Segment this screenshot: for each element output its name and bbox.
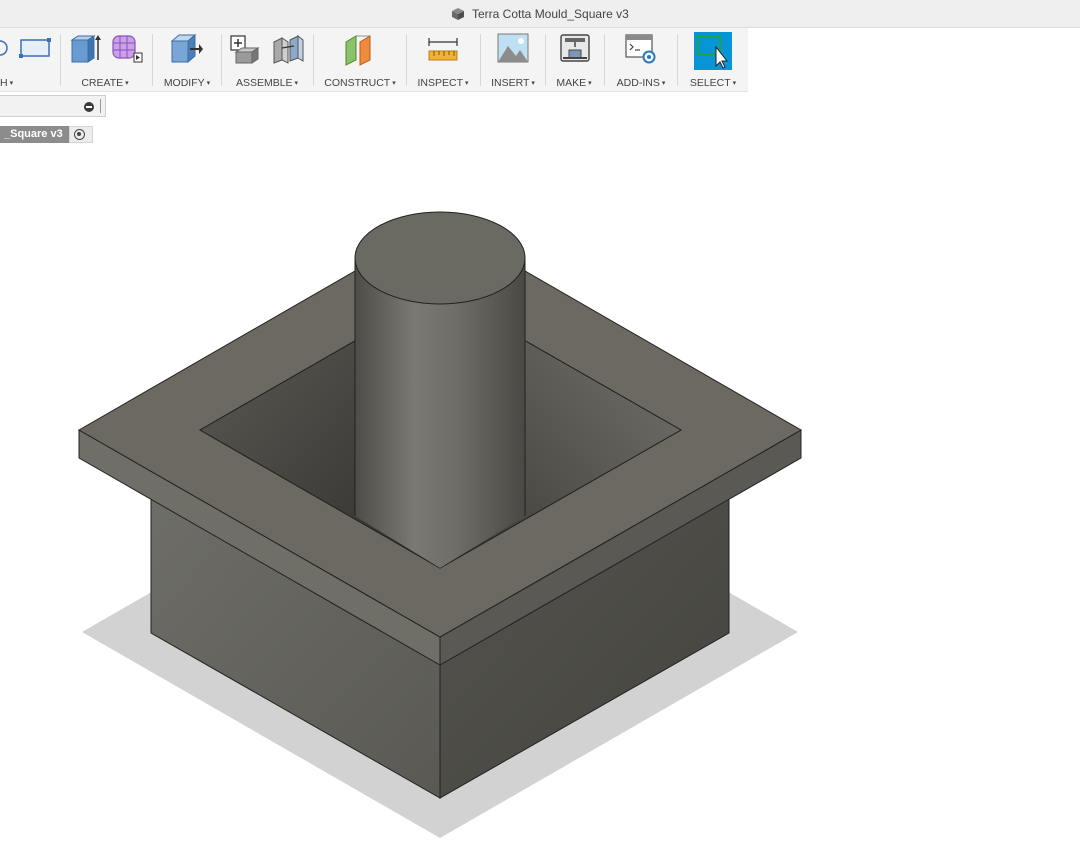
select-icon[interactable]: [694, 32, 732, 70]
measure-icon[interactable]: [426, 32, 460, 64]
toolbar-separator: [152, 34, 153, 86]
browser-panel-header: [0, 95, 106, 117]
toolbar-group-insert: INSERT ▾: [484, 28, 542, 92]
document-title: Terra Cotta Mould_Square v3: [472, 7, 629, 21]
cylinder-top-face: [354, 211, 526, 305]
toolbar-label-insert[interactable]: INSERT ▾: [484, 77, 542, 89]
toolbar-group-make: MAKE ▾: [548, 28, 600, 92]
toolbar-group-addins: ADD-INS ▾: [608, 28, 674, 92]
toolbar-label-modify[interactable]: MODIFY ▾: [156, 77, 218, 89]
document-tab-label: _Square v3: [4, 128, 63, 140]
form-icon[interactable]: [110, 32, 144, 64]
toolbar-separator: [60, 34, 61, 86]
toolbar-label-create[interactable]: CREATE ▾: [62, 77, 148, 89]
toolbar-group-modify: MODIFY ▾: [156, 28, 218, 92]
radio-target-icon[interactable]: [74, 129, 85, 140]
window-title: Terra Cotta Mould_Square v3: [450, 6, 629, 22]
toolbar-label-make[interactable]: MAKE ▾: [548, 77, 600, 89]
title-bar: Terra Cotta Mould_Square v3: [0, 0, 1080, 28]
toolbar-separator: [545, 34, 546, 86]
toolbar-label-addins[interactable]: ADD-INS ▾: [608, 77, 674, 89]
toolbar-separator: [313, 34, 314, 86]
toolbar-group-assemble: ASSEMBLE ▾: [224, 28, 310, 92]
toolbar-separator: [221, 34, 222, 86]
canvas-viewport[interactable]: [0, 150, 1080, 845]
toolbar-separator: [480, 34, 481, 86]
new-component-icon[interactable]: [228, 32, 264, 64]
circle-icon[interactable]: [0, 32, 12, 62]
toolbar-separator: [406, 34, 407, 86]
scripts-addins-icon[interactable]: [624, 32, 658, 64]
toolbar: H ▾ CREATE ▾ MODIFY ▾ ASSEMBLE ▾ CONSTRU…: [0, 28, 748, 92]
insert-image-icon[interactable]: [496, 32, 530, 64]
toolbar-separator: [677, 34, 678, 86]
toolbar-group-inspect: INSPECT ▾: [410, 28, 476, 92]
3d-print-icon[interactable]: [558, 32, 592, 64]
toolbar-label-select[interactable]: SELECT ▾: [682, 77, 744, 89]
toolbar-label-construct[interactable]: CONSTRUCT ▾: [318, 77, 402, 89]
model-view[interactable]: [0, 150, 1080, 845]
document-tab-control[interactable]: [69, 126, 93, 143]
toolbar-label-assemble[interactable]: ASSEMBLE ▾: [224, 77, 310, 89]
toolbar-group-sketch: H ▾: [0, 28, 58, 92]
panel-grip[interactable]: [100, 99, 101, 113]
extrude-icon[interactable]: [68, 32, 102, 64]
box-icon: [452, 8, 464, 20]
rectangle-icon[interactable]: [18, 32, 52, 62]
toolbar-group-construct: CONSTRUCT ▾: [318, 28, 402, 92]
offset-plane-icon[interactable]: [342, 32, 378, 66]
toolbar-label-sketch[interactable]: H ▾: [0, 77, 58, 89]
joint-icon[interactable]: [270, 32, 306, 64]
toolbar-group-select: SELECT ▾: [682, 28, 744, 92]
toolbar-group-create: CREATE ▾: [62, 28, 148, 92]
toolbar-separator: [604, 34, 605, 86]
toolbar-label-inspect[interactable]: INSPECT ▾: [410, 77, 476, 89]
press-pull-icon[interactable]: [168, 32, 204, 64]
minus-circle-icon[interactable]: [84, 102, 94, 112]
document-tab[interactable]: _Square v3: [0, 126, 69, 143]
